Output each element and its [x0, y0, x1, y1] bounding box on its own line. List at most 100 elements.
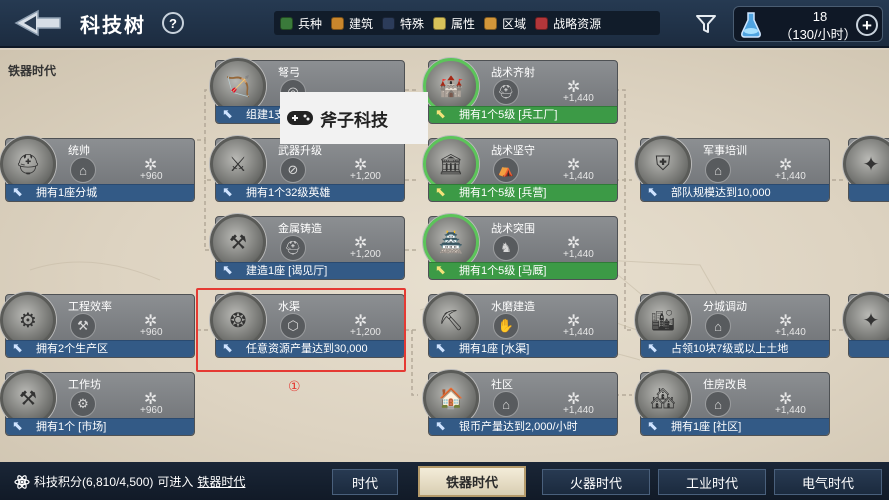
- tech-points: +1,440: [563, 93, 594, 104]
- resource-value: 18: [812, 9, 828, 24]
- tech-name: 工程效率: [68, 301, 112, 313]
- tech-card-commander[interactable]: ⛑ 统帅 ⌂ ✲ +960 拥有1座分城 ⬉: [0, 136, 195, 202]
- annotation-number: ①: [288, 378, 301, 394]
- tech-points: +1,440: [775, 171, 806, 182]
- tech-tree-panel[interactable]: 铁器时代 🏹 弩弓 ◎ 组建1支 ⬉ 🏰 战术齐射 ⛑ ✲ +1,440 拥有1…: [0, 50, 889, 462]
- tech-card-workshop[interactable]: ⚒ 工作坊 ⚙ ✲ +960 拥有1个 [市场] ⬉: [0, 370, 195, 436]
- tech-requirement-empty: [849, 340, 889, 357]
- tech-requirement: 拥有1个 [市场]: [6, 418, 194, 435]
- tech-name: 统帅: [68, 145, 90, 157]
- building-icon: ⌂: [705, 391, 731, 417]
- legend-item-troops[interactable]: 兵种: [280, 15, 322, 32]
- tab-electric-age[interactable]: 电气时代: [774, 469, 882, 495]
- tent-icon: ⛺: [493, 157, 519, 183]
- tech-card-tactical-defense[interactable]: 🏛 战术坚守 ⛺ ✲ +1,440 拥有1个5级 [兵营] ⬉: [423, 136, 618, 202]
- tech-card-housing-improvement[interactable]: 🏘 住房改良 ⌂ ✲ +1,440 拥有1座 [社区] ⬉: [635, 370, 830, 436]
- tech-card-offscreen-1[interactable]: ✦: [843, 136, 889, 202]
- tech-card-watermill-construction[interactable]: ⛏ 水磨建造 ✋ ✲ +1,440 拥有1座 [水渠] ⬉: [423, 292, 618, 358]
- filter-button[interactable]: [694, 12, 718, 36]
- legend-item-strategic-resource[interactable]: 战略资源: [535, 15, 601, 32]
- legend-item-special[interactable]: 特殊: [382, 15, 424, 32]
- tech-card-weapon-upgrade[interactable]: ⚔ 武器升级 ⊘ ✲ +1,200 拥有1个32级英雄 ⬉: [210, 136, 405, 202]
- legend-label: 区域: [502, 16, 527, 31]
- requirement-arrow-icon: ⬉: [647, 184, 658, 199]
- top-bar: 科技树 ? 兵种 建筑 特殊 属性 区域 战略资源 18 （130/小时） +: [0, 0, 889, 48]
- help-button[interactable]: ?: [162, 12, 184, 34]
- helmet-icon: ⛑: [280, 235, 306, 261]
- tech-name: 军事培训: [703, 145, 747, 157]
- can-enter-era-link[interactable]: 铁器时代: [197, 473, 245, 490]
- strategic-resource-swatch-icon: [535, 16, 549, 30]
- tech-requirement: 拥有1个5级 [兵工厂]: [429, 106, 617, 123]
- building-icon: ⌂: [705, 313, 731, 339]
- tech-name: 工作坊: [68, 379, 101, 391]
- can-enter-label: 可进入: [157, 475, 194, 489]
- tech-requirement: 银币产量达到2,000/小时: [429, 418, 617, 435]
- tech-points: +1,440: [775, 405, 806, 416]
- tech-name: 战术齐射: [491, 67, 535, 79]
- hammer-icon: ⚒: [70, 313, 96, 339]
- tab-industrial-age[interactable]: 工业时代: [658, 469, 766, 495]
- tech-points: +1,200: [350, 171, 381, 182]
- tech-card-tactical-breakout[interactable]: 🏯 战术突围 ♞ ✲ +1,440 拥有1个5级 [马厩] ⬉: [423, 214, 618, 280]
- house-icon: ⌂: [70, 157, 96, 183]
- tools-icon: ⚙: [70, 391, 96, 417]
- back-arrow-icon: [14, 9, 61, 37]
- legend-label: 兵种: [298, 16, 323, 31]
- tech-card-metal-casting[interactable]: ⚒ 金属铸造 ⛑ ✲ +1,200 建造1座 [谒见厅] ⬉: [210, 214, 405, 280]
- legend-item-attribute[interactable]: 属性: [433, 15, 475, 32]
- tech-name: 弩弓: [278, 67, 300, 79]
- tech-points: +1,440: [563, 327, 594, 338]
- legend-label: 建筑: [349, 16, 374, 31]
- tech-requirement: 拥有1个32级英雄: [216, 184, 404, 201]
- tab-iron-age[interactable]: 铁器时代: [418, 466, 526, 497]
- tech-name: 社区: [491, 379, 513, 391]
- building-swatch-icon: [331, 16, 345, 30]
- tech-name: 战术突围: [491, 223, 535, 235]
- add-resource-button[interactable]: +: [856, 14, 878, 36]
- requirement-arrow-icon: ⬉: [435, 184, 446, 199]
- watermark-text: 斧子科技: [320, 110, 388, 130]
- watermark: 斧子科技: [280, 92, 428, 144]
- helmet-icon: ⛑: [493, 79, 519, 105]
- tech-requirement: 拥有1个5级 [马厩]: [429, 262, 617, 279]
- tech-card-community[interactable]: 🏠 社区 ⌂ ✲ +1,440 银币产量达到2,000/小时 ⬉: [423, 370, 618, 436]
- legend-label: 特殊: [400, 16, 425, 31]
- requirement-arrow-icon: ⬉: [435, 106, 446, 121]
- tech-requirement: 拥有2个生产区: [6, 340, 194, 357]
- tab-previous-era[interactable]: 时代: [332, 469, 398, 495]
- hand-icon: ✋: [493, 313, 519, 339]
- tech-card-offscreen-2[interactable]: ✦: [843, 292, 889, 358]
- requirement-arrow-icon: ⬉: [647, 418, 658, 433]
- tech-points: +1,200: [350, 249, 381, 260]
- no-sword-icon: ⊘: [280, 157, 306, 183]
- tech-card-tactical-volley[interactable]: 🏰 战术齐射 ⛑ ✲ +1,440 拥有1个5级 [兵工厂] ⬉: [423, 58, 618, 124]
- resource-rate: （130/小时）: [779, 27, 857, 42]
- tech-points: +960: [140, 405, 163, 416]
- era-label: 铁器时代: [8, 64, 57, 78]
- tech-card-engineering-efficiency[interactable]: ⚙ 工程效率 ⚒ ✲ +960 拥有2个生产区 ⬉: [0, 292, 195, 358]
- attribute-swatch-icon: [433, 16, 447, 30]
- tab-gunpowder-age[interactable]: 火器时代: [542, 469, 650, 495]
- legend-label: 战略资源: [553, 16, 602, 31]
- filter-icon: [696, 15, 716, 33]
- special-swatch-icon: [382, 16, 396, 30]
- atom-icon: [14, 474, 30, 489]
- tech-card-branch-city-transfer[interactable]: 🏙 分城调动 ⌂ ✲ +1,440 占领10块7级或以上土地 ⬉: [635, 292, 830, 358]
- legend-item-region[interactable]: 区域: [484, 15, 526, 32]
- tech-card-military-training[interactable]: ⛨ 军事培训 ⌂ ✲ +1,440 部队规模达到10,000 ⬉: [635, 136, 830, 202]
- requirement-arrow-icon: ⬉: [435, 262, 446, 277]
- tech-requirement: 部队规模达到10,000: [641, 184, 829, 201]
- tech-points: +1,440: [775, 327, 806, 338]
- highlight-box: [196, 288, 406, 372]
- tech-points: +1,440: [563, 171, 594, 182]
- flask-icon: [741, 12, 761, 38]
- tech-points: +1,440: [563, 405, 594, 416]
- tech-name: 水磨建造: [491, 301, 535, 313]
- houses-icon: ⌂: [493, 391, 519, 417]
- tech-name: 武器升级: [278, 145, 322, 157]
- legend-item-building[interactable]: 建筑: [331, 15, 373, 32]
- tech-requirement: 拥有1座分城: [6, 184, 194, 201]
- back-button[interactable]: [10, 6, 66, 40]
- region-swatch-icon: [484, 16, 498, 30]
